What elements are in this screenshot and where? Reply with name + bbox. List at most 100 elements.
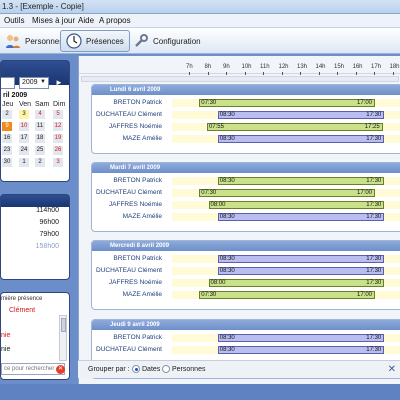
- calendar-day[interactable]: 3: [53, 158, 63, 167]
- bar-start-time: 08:30: [219, 136, 235, 142]
- person-name[interactable]: BRETON Patrick: [113, 177, 162, 184]
- calendar-day[interactable]: 4: [35, 110, 45, 119]
- day-title[interactable]: Lundi 6 avril 2009: [92, 85, 400, 95]
- person-name[interactable]: BRETON Patrick: [113, 255, 162, 262]
- presence-bar[interactable]: 07:30 17:00: [199, 291, 375, 299]
- person-name[interactable]: DUCHATEAU Clément: [96, 346, 162, 353]
- presence-name[interactable]: nie: [1, 332, 10, 339]
- presence-bar[interactable]: 08:30 17:30: [217, 213, 385, 221]
- calendar-day[interactable]: 25: [35, 146, 45, 155]
- hour-label: 17h: [371, 64, 382, 70]
- calendar-day[interactable]: 23: [2, 146, 12, 155]
- configuration-button[interactable]: Configuration: [128, 30, 206, 52]
- day-block: Mercredi 8 avril 2009 BRETON Patrick 08:30…: [91, 240, 400, 310]
- calendar-day[interactable]: 30: [2, 158, 12, 167]
- calendar-day[interactable]: 24: [19, 146, 29, 155]
- title-bar: 1.3 - [Exemple - Copie]: [0, 0, 400, 14]
- hour-label: 13h: [297, 64, 308, 70]
- person-name[interactable]: BRETON Patrick: [113, 99, 162, 106]
- presence-bar[interactable]: 08:30 17:30: [217, 177, 385, 185]
- presence-bar[interactable]: 07:30 17:00: [199, 189, 375, 197]
- calendar-day[interactable]: 2: [35, 158, 45, 167]
- menu-mises-a-jour[interactable]: Mises à jour: [32, 16, 75, 25]
- group-by-persons-radio[interactable]: [162, 365, 170, 373]
- status-strip: [0, 384, 400, 400]
- person-name[interactable]: MAZE Amélie: [123, 135, 162, 142]
- calendar-day[interactable]: 3: [19, 110, 29, 119]
- group-by-dates-label: Dates: [142, 366, 161, 373]
- month-select[interactable]: [1, 77, 15, 89]
- clock-icon: [66, 33, 82, 49]
- menu-aide[interactable]: Aide: [78, 16, 94, 25]
- person-name[interactable]: JAFFRES Noémie: [109, 123, 162, 130]
- presences-button[interactable]: Présences: [60, 30, 130, 52]
- calendar-day[interactable]: 9: [2, 122, 12, 131]
- schedule-row: MAZE Amélie 08:30 17:30: [92, 134, 400, 144]
- calendar-day[interactable]: 17: [19, 134, 29, 143]
- presence-bar[interactable]: 08:30 17:30: [217, 346, 385, 354]
- person-name[interactable]: DUCHATEAU Clément: [96, 111, 162, 118]
- year-select[interactable]: 2009 ▼: [19, 77, 49, 89]
- day-title[interactable]: Mardi 7 avril 2009: [92, 163, 400, 173]
- day-title[interactable]: Jeudi 9 avril 2009: [92, 320, 400, 330]
- presence-bar[interactable]: 07:55 17:25: [206, 123, 383, 131]
- calendar-day[interactable]: 1: [19, 158, 29, 167]
- calendar-day[interactable]: 16: [2, 134, 12, 143]
- bar-start-time: 07:55: [208, 124, 224, 130]
- horizontal-scrollbar[interactable]: [81, 76, 399, 82]
- person-name[interactable]: JAFFRES Noémie: [109, 201, 162, 208]
- schedule-row: MAZE Amélie 08:30 17:30: [92, 212, 400, 222]
- presence-bar[interactable]: 08:00 17:30: [208, 279, 385, 287]
- cal-header-ven: Ven: [19, 101, 32, 108]
- bar-end-time: 17:30: [366, 335, 382, 341]
- calendar-day[interactable]: 10: [19, 122, 29, 131]
- calendar-day[interactable]: 19: [53, 134, 63, 143]
- calendar-day[interactable]: 5: [53, 110, 63, 119]
- bar-start-time: 08:00: [210, 280, 226, 286]
- presence-bar[interactable]: 08:30 17:30: [217, 135, 385, 143]
- presence-name[interactable]: nie: [1, 346, 10, 353]
- group-by-dates-radio[interactable]: [132, 365, 140, 373]
- presence-name[interactable]: Clément: [9, 307, 35, 314]
- person-name[interactable]: MAZE Amélie: [123, 291, 162, 298]
- personnes-button[interactable]: Personnes: [0, 30, 68, 52]
- tools-icon[interactable]: ✕: [388, 364, 396, 375]
- summary-value: 96h00: [39, 219, 59, 226]
- menu-a-propos[interactable]: A propos: [99, 16, 131, 25]
- presence-bar[interactable]: 07:30 17:00: [199, 99, 375, 107]
- hour-label: 11h: [260, 64, 270, 70]
- presence-bar[interactable]: 08:30 17:30: [217, 267, 385, 275]
- menu-outils[interactable]: Outils: [4, 16, 24, 25]
- calendar-day[interactable]: 12: [53, 122, 63, 131]
- presence-bar[interactable]: 08:30 17:30: [217, 111, 385, 119]
- hour-ruler: 7h8h9h10h11h12h13h14h15h16h17h18h19h: [79, 62, 400, 75]
- presence-bar[interactable]: 08:00 17:30: [208, 201, 385, 209]
- presence-scrollbar[interactable]: [59, 315, 67, 361]
- hour-tick: [355, 72, 357, 75]
- schedule-row: DUCHATEAU Clément 08:30 17:30: [92, 266, 400, 276]
- scroll-thumb[interactable]: [61, 318, 66, 332]
- schedule-row: DUCHATEAU Clément 08:30 17:30: [92, 345, 400, 355]
- clear-search-icon[interactable]: ✕: [56, 365, 65, 374]
- person-name[interactable]: JAFFRES Noémie: [109, 279, 162, 286]
- group-by-bar: Grouper par : Dates Personnes ✕: [78, 360, 400, 378]
- next-month-icon[interactable]: ►: [55, 78, 63, 87]
- person-name[interactable]: BRETON Patrick: [113, 334, 162, 341]
- person-name[interactable]: MAZE Amélie: [123, 213, 162, 220]
- person-name[interactable]: DUCHATEAU Clément: [96, 189, 162, 196]
- calendar-day[interactable]: 2: [2, 110, 12, 119]
- calendar-day[interactable]: 26: [53, 146, 63, 155]
- menu-bar: Outils Mises à jour Aide A propos: [0, 14, 400, 28]
- bar-end-time: 17:00: [356, 190, 372, 196]
- window-title: 1.3 - [Exemple - Copie]: [2, 2, 84, 11]
- hour-tick: [281, 72, 283, 75]
- person-name[interactable]: DUCHATEAU Clément: [96, 267, 162, 274]
- calendar-day[interactable]: 11: [35, 122, 45, 131]
- configuration-label: Configuration: [153, 36, 201, 46]
- presence-bar[interactable]: 08:30 17:30: [217, 334, 385, 342]
- presence-bar[interactable]: 08:30 17:30: [217, 255, 385, 263]
- hour-label: 18h: [389, 64, 400, 70]
- day-title[interactable]: Mercredi 8 avril 2009: [92, 241, 400, 251]
- calendar-day[interactable]: 18: [35, 134, 45, 143]
- bar-start-time: 07:30: [201, 292, 217, 298]
